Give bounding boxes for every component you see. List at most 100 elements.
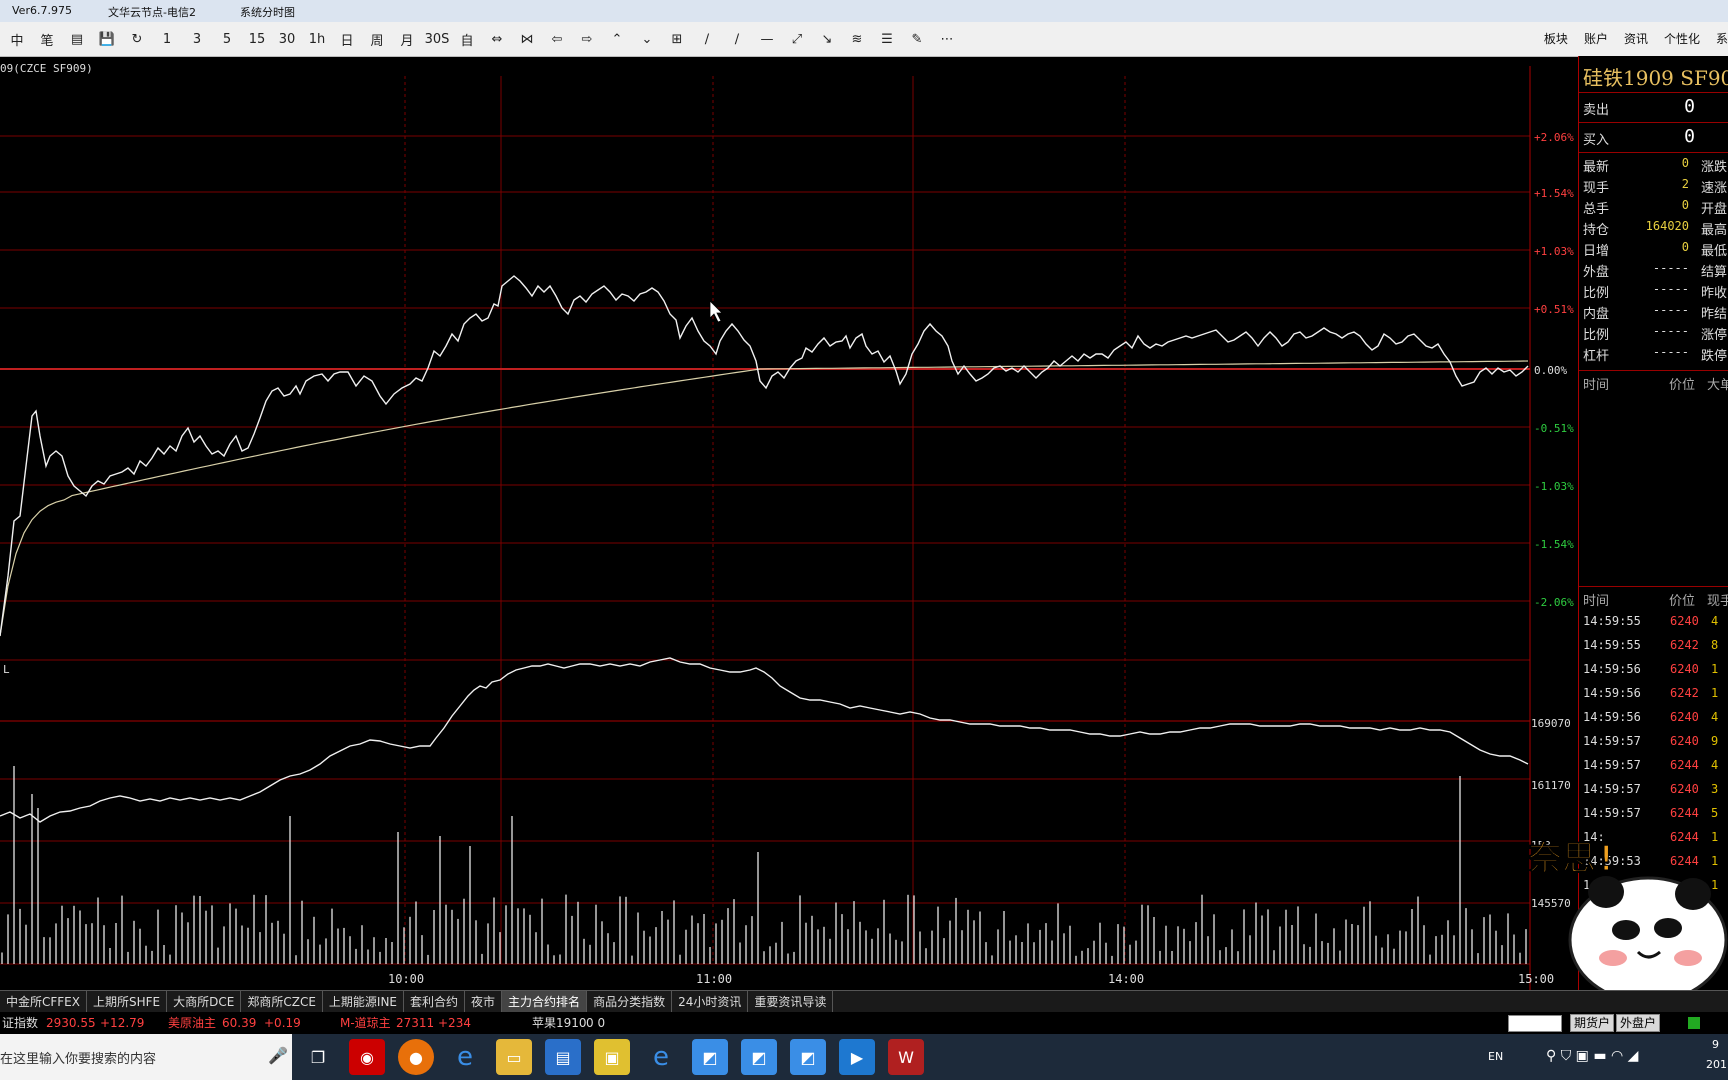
toolbar-menu: 板块 账户 资讯 个性化 系 xyxy=(1544,28,1728,50)
toolbar-icon-18[interactable]: ⇦ xyxy=(542,28,572,50)
toolbar-icon-19[interactable]: ⇨ xyxy=(572,28,602,50)
firefox-icon[interactable]: ● xyxy=(398,1039,434,1075)
chart-canvas[interactable]: 09(CZCE SF909) +2.06% +1.54% +1.03% +0.51% 0… xyxy=(0,56,1578,990)
quote-row: 日增 0 最低 xyxy=(1581,240,1728,260)
exchange-tab[interactable]: 夜市 xyxy=(465,991,503,1013)
toolbar-icon-11[interactable]: 日 xyxy=(332,28,362,50)
tick-qty: 4 xyxy=(1711,710,1719,724)
server-node-label[interactable]: 文华云节点-电信2 xyxy=(108,4,196,20)
sell-label: 卖出 xyxy=(1583,103,1610,118)
toolbar-icon-13[interactable]: 月 xyxy=(392,28,422,50)
intraday-chart[interactable]: 09(CZCE SF909) +2.06% +1.54% +1.03% +0.51% 0… xyxy=(0,56,1578,990)
app-blue2-icon[interactable]: ◩ xyxy=(741,1039,777,1075)
exchange-tab[interactable]: 郑商所CZCE xyxy=(241,991,323,1013)
menu-news[interactable]: 资讯 xyxy=(1624,28,1648,50)
toolbar-icon-24[interactable]: ∕ xyxy=(722,28,752,50)
toolbar-icon-4[interactable]: ↻ xyxy=(122,28,152,50)
tick-time: 14:59:56 xyxy=(1583,710,1641,724)
toolbar-icon-5[interactable]: 1 xyxy=(152,28,182,50)
toolbar-icon-12[interactable]: 周 xyxy=(362,28,392,50)
app-blue3-icon[interactable]: ◩ xyxy=(790,1039,826,1075)
toolbar-icon-21[interactable]: ⌄ xyxy=(632,28,662,50)
quote-row-label: 外盘 xyxy=(1583,265,1610,280)
toolbar-icon-17[interactable]: ⋈ xyxy=(512,28,542,50)
toolbar-icon-28[interactable]: ≋ xyxy=(842,28,872,50)
exchange-tab[interactable]: 重要资讯导读 xyxy=(748,991,834,1013)
toolbar-icon-2[interactable]: ▤ xyxy=(62,28,92,50)
toolbar-icon-27[interactable]: ↘ xyxy=(812,28,842,50)
toolbar-icon-6[interactable]: 3 xyxy=(182,28,212,50)
video-app-icon[interactable]: ▶ xyxy=(839,1039,875,1075)
toolbar-icon-25[interactable]: — xyxy=(752,28,782,50)
toolbar: 中笔 ▤ 💾 ↻ 1 3 5 15 30 1h 日周月 30S 自 ⇔ ⋈ ⇦ ⇨ ⌃ ⌄ ⊞ ∕ ∕ — ⤢ ↘ ≋ ☰ ✎ ⋯ 板块… xyxy=(0,22,1728,57)
toolbar-icon-29[interactable]: ☰ xyxy=(872,28,902,50)
toolbar-icon-1[interactable]: 笔 xyxy=(32,28,62,50)
app-yellow-icon[interactable]: ▣ xyxy=(594,1039,630,1075)
menu-system[interactable]: 系 xyxy=(1716,28,1728,50)
futures-account-button[interactable]: 期货户 xyxy=(1570,1014,1615,1032)
toolbar-icon-26[interactable]: ⤢ xyxy=(782,28,812,50)
toolbar-icon-20[interactable]: ⌃ xyxy=(602,28,632,50)
toolbar-icon-7[interactable]: 5 xyxy=(212,28,242,50)
exchange-tab[interactable]: 上期能源INE xyxy=(323,991,405,1013)
quick-input[interactable] xyxy=(1508,1015,1562,1032)
language-indicator[interactable]: EN xyxy=(1488,1050,1503,1063)
tick-row: 14:59:55 6240 4 xyxy=(1583,614,1728,636)
store-icon[interactable]: ▤ xyxy=(545,1039,581,1075)
quote-row-value: ----- xyxy=(1652,303,1689,317)
toolbar-icon-3[interactable]: 💾 xyxy=(92,28,122,50)
exchange-tab[interactable]: 上期所SHFE xyxy=(87,991,168,1013)
quote-row-right-label: 开盘 xyxy=(1701,202,1728,217)
microphone-icon[interactable]: 🎤 xyxy=(268,1046,288,1065)
quote-row-right-label: 速涨 xyxy=(1701,181,1728,196)
exchange-tab[interactable]: 主力合约排名 xyxy=(502,991,588,1013)
toolbar-icon-14[interactable]: 30S xyxy=(422,28,452,50)
taskbar-search[interactable]: 在这里输入你要搜索的内容 🎤 xyxy=(0,1034,292,1080)
toolbar-icon-8[interactable]: 15 xyxy=(242,28,272,50)
ticker-c-change: +234 xyxy=(438,1016,471,1030)
toolbar-icon-16[interactable]: ⇔ xyxy=(482,28,512,50)
tick-price: 6244 xyxy=(1670,758,1699,772)
wenhua-app-icon[interactable]: W xyxy=(888,1039,924,1075)
app-blue1-icon[interactable]: ◩ xyxy=(692,1039,728,1075)
exchange-tab[interactable]: 中金所CFFEX xyxy=(0,991,87,1013)
price-line xyxy=(0,275,1529,637)
menu-account[interactable]: 账户 xyxy=(1584,28,1608,50)
exchange-tab[interactable]: 商品分类指数 xyxy=(587,991,673,1013)
toolbar-icon-0[interactable]: 中 xyxy=(2,28,32,50)
pct-axis-label: +1.03% xyxy=(1534,245,1574,258)
tick-price: 6240 xyxy=(1670,614,1699,628)
toolbar-icon-10[interactable]: 1h xyxy=(302,28,332,50)
edge-icon[interactable]: e xyxy=(447,1039,483,1075)
tick-row: 14:59:56 6240 1 xyxy=(1583,662,1728,684)
toolbar-icon-22[interactable]: ⊞ xyxy=(662,28,692,50)
exchange-tab[interactable]: 套利合约 xyxy=(404,991,466,1013)
quote-row: 比例 ----- 涨停 xyxy=(1581,324,1728,344)
tick-qty: 5 xyxy=(1711,806,1719,820)
clock-date[interactable]: 201 xyxy=(1706,1058,1727,1071)
toolbar-icon-31[interactable]: ⋯ xyxy=(932,28,962,50)
ticker-b-change: +0.19 xyxy=(264,1016,301,1030)
exchange-tab[interactable]: 24小时资讯 xyxy=(672,991,749,1013)
toolbar-icon-15[interactable]: 自 xyxy=(452,28,482,50)
time-axis-label: 10:00 xyxy=(388,972,424,986)
qq-icon[interactable]: ◉ xyxy=(349,1039,385,1075)
menu-sectors[interactable]: 板块 xyxy=(1544,28,1568,50)
taskbar-apps: ❐ ◉ ● e ▭ ▤ ▣ e ◩ ◩ ◩ ▶ W xyxy=(300,1039,937,1075)
file-explorer-icon[interactable]: ▭ xyxy=(496,1039,532,1075)
sell-row: 卖出 0 xyxy=(1581,96,1728,120)
tray-icons[interactable]: ⚲ ⛉ ▣ ▬ ◠ ◢ xyxy=(1546,1048,1638,1064)
task-view-icon[interactable]: ❐ xyxy=(300,1039,336,1075)
exchange-tab[interactable]: 大商所DCE xyxy=(167,991,242,1013)
clock-time[interactable]: 9 xyxy=(1712,1038,1719,1051)
tick-header: 时间 价位 现手 xyxy=(1581,590,1728,610)
toolbar-icon-30[interactable]: ✎ xyxy=(902,28,932,50)
tick-time: 14:59:55 xyxy=(1583,614,1641,628)
menu-personalize[interactable]: 个性化 xyxy=(1664,28,1700,50)
toolbar-icon-9[interactable]: 30 xyxy=(272,28,302,50)
quote-row: 现手 2 速涨 xyxy=(1581,177,1728,197)
open-interest-axis-label: 161170 xyxy=(1531,779,1571,792)
ie-icon[interactable]: e xyxy=(643,1039,679,1075)
foreign-account-button[interactable]: 外盘户 xyxy=(1616,1014,1661,1032)
toolbar-icon-23[interactable]: ∕ xyxy=(692,28,722,50)
